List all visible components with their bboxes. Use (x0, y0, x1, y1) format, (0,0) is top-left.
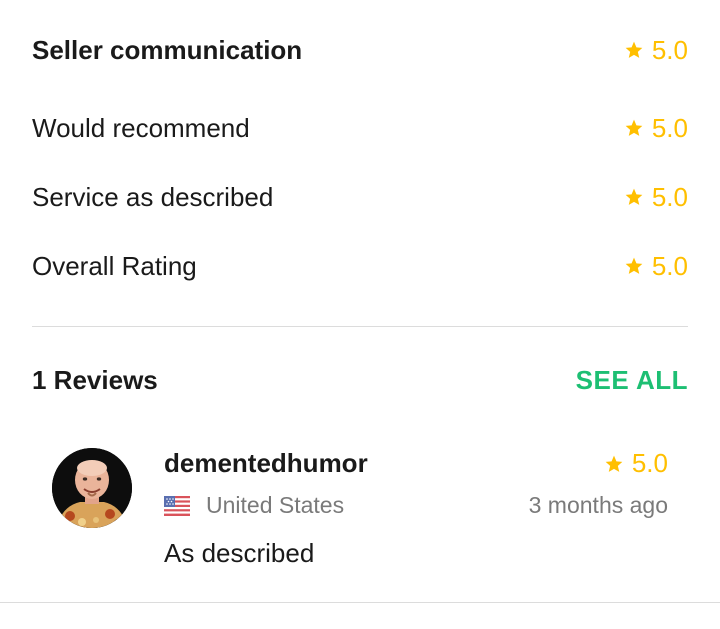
star-icon (624, 40, 644, 60)
see-all-button[interactable]: SEE ALL (576, 365, 688, 396)
rating-value: 5.0 (651, 181, 688, 212)
review-text: As described (164, 538, 315, 568)
star-icon (624, 187, 644, 207)
rating-value: 5.0 (651, 112, 688, 143)
country-name: United States (206, 492, 345, 518)
star-icon (604, 454, 624, 474)
rating-score: 5.0 (624, 113, 688, 144)
review-timestamp: 3 months ago (528, 492, 668, 518)
rating-value: 5.0 (651, 34, 688, 65)
rating-score: 5.0 (624, 251, 688, 282)
reviewer-username[interactable]: dementedhumor (164, 448, 368, 479)
rating-row-service-as-described: Service as described 5.0 (32, 177, 688, 217)
reviews-count-title: 1 Reviews (32, 364, 158, 395)
rating-label: Overall Rating (32, 250, 197, 281)
review-rating: 5.0 (604, 448, 668, 479)
reviews-header: 1 Reviews SEE ALL (32, 360, 688, 400)
star-icon (624, 256, 644, 276)
rating-value: 5.0 (651, 250, 688, 281)
rating-row-would-recommend: Would recommend 5.0 (32, 108, 688, 148)
rating-score: 5.0 (624, 182, 688, 213)
rating-row-seller-communication: Seller communication 5.0 (32, 30, 688, 70)
bottom-divider (0, 602, 720, 603)
review-card: dementedhumor 5.0 United States 3 months… (52, 448, 668, 578)
section-divider (32, 326, 688, 327)
reviewer-avatar[interactable] (52, 448, 132, 528)
us-flag-icon (164, 495, 190, 516)
rating-row-overall-rating: Overall Rating 5.0 (32, 246, 688, 286)
rating-label: Service as described (32, 181, 274, 212)
star-icon (624, 118, 644, 138)
rating-label: Seller communication (32, 34, 303, 65)
rating-score: 5.0 (624, 35, 688, 66)
review-rating-value: 5.0 (631, 448, 668, 478)
reviewer-country: United States (164, 492, 344, 519)
rating-label: Would recommend (32, 112, 250, 143)
reviews-page: Seller communication 5.0 Would recommend… (0, 0, 720, 629)
